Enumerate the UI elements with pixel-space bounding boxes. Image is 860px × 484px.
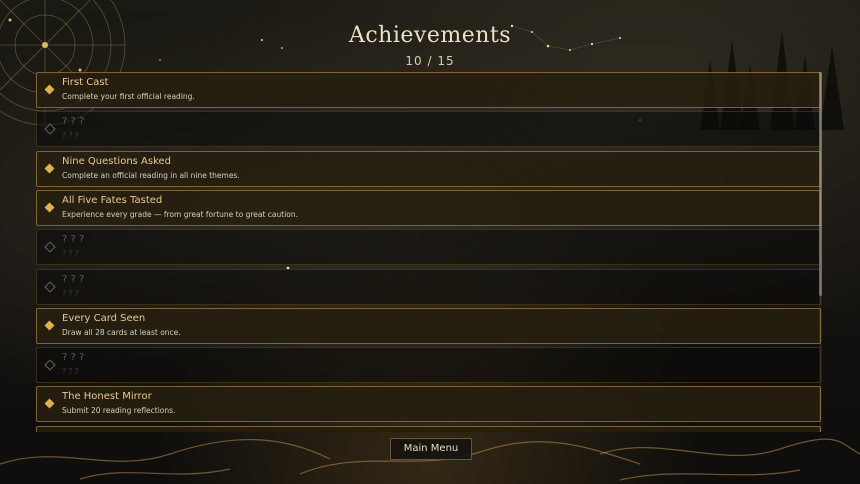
filled-diamond-icon	[44, 202, 55, 213]
achievement-item: ? ? ? ? ? ?	[36, 268, 821, 305]
achievement-description: Complete your first official reading.	[62, 92, 195, 101]
achievement-name: The Honest Mirror	[62, 391, 152, 403]
achievement-name: First Cast	[62, 77, 109, 88]
achievement-description: ? ? ?	[62, 367, 79, 377]
achievement-name: ? ? ?	[62, 352, 85, 364]
achievement-name: All Five Fates Tasted	[62, 194, 163, 206]
filled-diamond-icon	[44, 320, 55, 331]
achievements-header: Achievements 10 / 15	[0, 22, 860, 68]
outline-diamond-icon	[44, 241, 56, 253]
filled-diamond-icon	[44, 398, 55, 409]
achievement-name: Nine Questions Asked	[62, 155, 172, 167]
scrollbar-thumb[interactable]	[819, 72, 822, 296]
achievement-description: ? ? ?	[62, 288, 79, 298]
achievement-name: ? ? ?	[62, 273, 85, 285]
achievement-description: Draw all 28 cards at least once.	[62, 327, 181, 337]
achievement-item: ? ? ? ? ? ?	[36, 347, 821, 384]
outline-diamond-icon	[44, 280, 56, 293]
main-menu-button[interactable]: Main Menu	[390, 438, 472, 460]
achievement-name: Every Card Seen	[62, 312, 146, 324]
achievement-item	[36, 425, 821, 432]
achievement-description: ? ? ?	[62, 131, 79, 141]
achievement-item: First Cast Complete your first official r…	[36, 72, 821, 108]
achievement-item: Every Card Seen Draw all 28 cards at leas…	[36, 307, 821, 344]
achievement-name: ? ? ?	[62, 116, 85, 128]
outline-diamond-icon	[44, 123, 56, 135]
filled-diamond-icon	[44, 84, 55, 95]
achievement-description: ? ? ?	[62, 249, 79, 259]
achievement-item: Nine Questions Asked Complete an official…	[36, 150, 821, 187]
achievement-list[interactable]: First Cast Complete your first official r…	[36, 72, 821, 432]
achievement-item: ? ? ? ? ? ?	[36, 229, 821, 266]
achievement-item: ? ? ? ? ? ?	[36, 111, 821, 148]
achievement-description: Experience every grade — from great fort…	[62, 209, 299, 219]
achievement-item: The Honest Mirror Submit 20 reading refle…	[36, 386, 821, 423]
achievement-name: ? ? ?	[62, 234, 85, 246]
achievement-progress-counter: 10 / 15	[405, 54, 455, 68]
achievement-item: All Five Fates Tasted Experience every gr…	[36, 189, 821, 226]
page-title: Achievements	[348, 23, 512, 48]
outline-diamond-icon	[44, 359, 56, 371]
scrollbar[interactable]	[819, 72, 822, 432]
filled-diamond-icon	[44, 163, 55, 174]
achievement-description: Submit 20 reading reflections.	[62, 406, 176, 416]
achievement-description: Complete an official reading in all nine…	[62, 170, 240, 180]
